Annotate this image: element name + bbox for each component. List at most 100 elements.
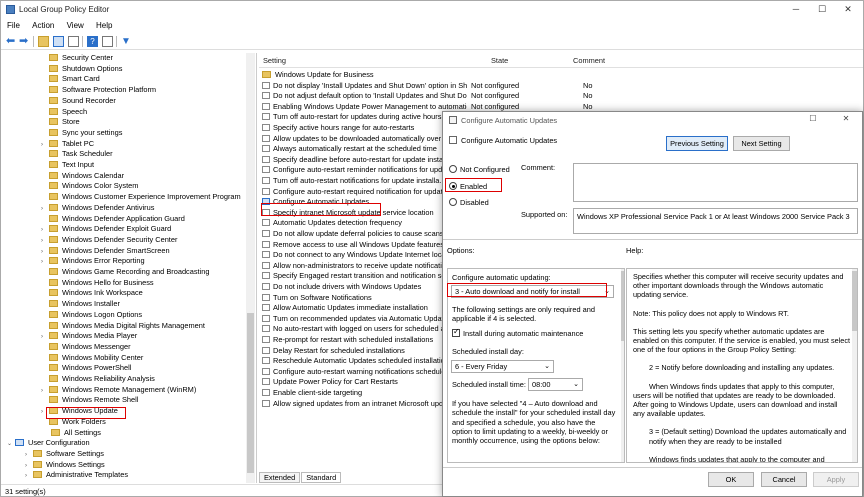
tree-item[interactable]: Sound Recorder — [41, 96, 116, 107]
table-row[interactable]: Do not adjust default option to 'Install… — [259, 91, 863, 102]
details-icon[interactable] — [102, 36, 113, 47]
install-maintenance-checkbox-row[interactable]: Install during automatic maintenance — [452, 327, 583, 338]
column-comment[interactable]: Comment — [573, 56, 605, 65]
properties-icon[interactable] — [68, 36, 79, 47]
setting-name: Specify deadline before auto-restart for… — [273, 154, 457, 164]
comment-textbox[interactable] — [573, 163, 858, 202]
policy-icon — [262, 166, 270, 174]
tab-standard[interactable]: Standard — [301, 472, 342, 483]
tree-root-item[interactable]: ⌄ User Configuration — [7, 438, 90, 449]
forward-arrow-icon[interactable]: ➡ — [19, 36, 30, 47]
menu-view[interactable]: View — [67, 19, 84, 32]
tree-item[interactable]: Windows Hello for Business — [41, 278, 154, 289]
tree-item[interactable]: › Windows Error Reporting — [41, 256, 145, 267]
policy-icon — [262, 240, 270, 248]
options-footer-text: If you have selected "4 – Auto download … — [452, 399, 616, 446]
tree-item[interactable]: › Windows Defender Exploit Guard — [41, 224, 171, 235]
chevron-down-icon[interactable]: ⌄ — [7, 439, 15, 450]
tree-item[interactable]: Windows Logon Options — [41, 310, 142, 321]
radio-not-configured[interactable]: Not Configured — [449, 164, 510, 175]
tree-item[interactable]: Store — [41, 117, 80, 128]
show-hide-tree-icon[interactable] — [53, 36, 64, 47]
tree-item[interactable]: › Windows Defender Security Center — [41, 235, 177, 246]
tree-item[interactable]: Task Scheduler — [41, 149, 113, 160]
setting-name-cell: Specify active hours range for auto-rest… — [262, 123, 467, 134]
dialog-maximize-icon[interactable]: ☐ — [806, 114, 820, 126]
tree-item[interactable]: Windows Media Digital Rights Management — [41, 321, 205, 332]
tree-root-item[interactable]: All Settings — [43, 428, 101, 439]
scheduled-day-select[interactable]: 6 - Every Friday ⌄ — [451, 360, 554, 373]
tree-scrollbar[interactable] — [246, 53, 255, 483]
tree-item[interactable]: › Windows Defender SmartScreen — [41, 246, 170, 257]
filter-icon[interactable]: ▼ — [121, 36, 132, 47]
tree-item[interactable]: Speech — [41, 107, 87, 118]
tree-item[interactable]: Windows Defender Application Guard — [41, 214, 185, 225]
policy-icon — [262, 325, 270, 333]
help-icon[interactable]: ? — [87, 36, 98, 47]
tree-root-item[interactable]: › Administrative Templates — [25, 470, 128, 481]
table-row[interactable]: Windows Update for Business — [259, 70, 863, 81]
tab-extended[interactable]: Extended — [259, 472, 301, 483]
up-folder-icon[interactable] — [38, 36, 49, 47]
menu-file[interactable]: File — [7, 19, 20, 32]
tree-item[interactable]: Windows Installer — [41, 299, 120, 310]
configure-updating-label: Configure automatic updating: — [452, 273, 551, 282]
tree-item[interactable]: Windows Mobility Center — [41, 353, 143, 364]
tree-item[interactable]: Windows Messenger — [41, 342, 131, 353]
column-state[interactable]: State — [491, 56, 508, 65]
tree-item[interactable]: › Windows Media Player — [41, 331, 137, 342]
policy-icon — [262, 357, 270, 365]
minimize-icon[interactable]: ─ — [787, 3, 805, 16]
main-window: Local Group Policy Editor ─ ☐ ✕ File Act… — [0, 0, 864, 497]
tree-item[interactable]: Windows Reliability Analysis — [41, 374, 155, 385]
maximize-icon[interactable]: ☐ — [813, 3, 831, 16]
tree-item[interactable]: Sync your settings — [41, 128, 122, 139]
menu-help[interactable]: Help — [96, 19, 112, 32]
table-row[interactable]: Do not display 'Install Updates and Shut… — [259, 81, 863, 92]
help-paragraph: Note: This policy does not apply to Wind… — [633, 308, 789, 318]
tree-item[interactable]: Windows Calendar — [41, 171, 124, 182]
tree-item[interactable]: Smart Card — [41, 74, 100, 85]
ok-button[interactable]: OK — [708, 472, 754, 487]
navigation-tree: Security Center Shutdown Options Smart Car… — [3, 53, 257, 483]
column-setting[interactable]: Setting — [263, 56, 286, 65]
chevron-right-icon[interactable]: › — [25, 471, 33, 482]
radio-disabled[interactable]: Disabled — [449, 197, 489, 208]
tree-item[interactable]: › Windows Defender Antivirus — [41, 203, 154, 214]
tree-item[interactable]: › Windows Remote Management (WinRM) — [41, 385, 196, 396]
radio-disabled-circle[interactable] — [449, 198, 457, 206]
tree-item-label: Windows Remote Shell — [62, 395, 139, 405]
back-arrow-icon[interactable]: ⬅ — [6, 36, 17, 47]
tree-item[interactable]: Software Protection Platform — [41, 85, 156, 96]
tree-item[interactable]: Security Center — [41, 53, 113, 64]
tree-item-label: Security Center — [62, 53, 113, 62]
radio-not-configured-circle[interactable] — [449, 165, 457, 173]
tree-item[interactable]: Windows Color System — [41, 181, 138, 192]
menu-action[interactable]: Action — [32, 19, 54, 32]
tree-item[interactable]: Windows PowerShell — [41, 363, 131, 374]
next-setting-button[interactable]: Next Setting — [733, 136, 790, 151]
tree-item[interactable]: › Tablet PC — [41, 139, 94, 150]
tree-item[interactable]: Windows Remote Shell — [41, 395, 138, 406]
apply-button[interactable]: Apply — [813, 472, 859, 487]
scheduled-time-select[interactable]: 08:00 ⌄ — [528, 378, 583, 391]
dialog-close-icon[interactable]: ✕ — [839, 114, 853, 126]
tree-item[interactable]: Windows Customer Experience Improvement … — [41, 192, 241, 203]
policy-icon — [262, 367, 270, 375]
close-icon[interactable]: ✕ — [839, 3, 857, 16]
policy-icon — [262, 251, 270, 259]
cancel-button[interactable]: Cancel — [761, 472, 807, 487]
policy-icon — [262, 272, 270, 280]
help-scrollbar[interactable] — [852, 269, 857, 462]
tree-root-item[interactable]: › Windows Settings — [25, 460, 105, 471]
setting-name: Do not connect to any Windows Update Int… — [273, 250, 456, 260]
install-maintenance-checkbox[interactable] — [452, 327, 460, 337]
tree-item[interactable]: Windows Ink Workspace — [41, 288, 143, 299]
tree-item[interactable]: Text Input — [41, 160, 94, 171]
tree-root-item[interactable]: › Software Settings — [25, 449, 104, 460]
previous-setting-button[interactable]: Previous Setting — [666, 136, 728, 151]
tree-item[interactable]: Shutdown Options — [41, 64, 122, 75]
options-scrollbar[interactable] — [621, 269, 624, 462]
tree-item-label: Windows Calendar — [62, 170, 125, 180]
tree-item[interactable]: Windows Game Recording and Broadcasting — [41, 267, 209, 278]
